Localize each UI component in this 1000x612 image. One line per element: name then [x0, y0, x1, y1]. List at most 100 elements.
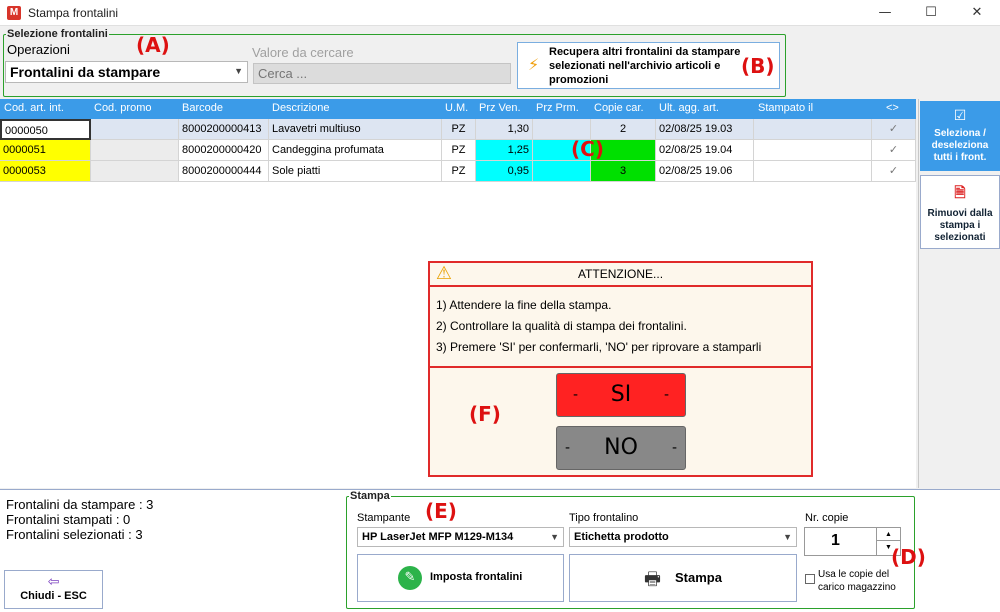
marker-d: (D)	[891, 545, 926, 569]
col-copie[interactable]: Copie car.	[594, 102, 644, 114]
row-checkbox[interactable]: ✓	[872, 140, 916, 161]
col-toggle[interactable]: <>	[886, 102, 899, 114]
col-descrizione[interactable]: Descrizione	[272, 102, 329, 114]
col-prz-ven[interactable]: Prz Ven.	[479, 102, 521, 114]
cell-barcode[interactable]: 8000200000444	[179, 161, 269, 182]
tipo-select[interactable]: Etichetta prodotto ▼	[569, 527, 797, 547]
cell-barcode[interactable]: 8000200000420	[179, 140, 269, 161]
close-button[interactable]: ✕	[954, 0, 1000, 26]
cell-prz-ven[interactable]: 0,95	[476, 161, 533, 182]
cell-um[interactable]: PZ	[442, 161, 476, 182]
minimize-button[interactable]: —	[862, 0, 908, 26]
cell-prz-ven[interactable]: 1,30	[476, 119, 533, 140]
cell-promo[interactable]	[91, 161, 179, 182]
no-label: NO	[604, 435, 638, 460]
search-input[interactable]	[253, 63, 511, 84]
col-um[interactable]: U.M.	[445, 102, 468, 114]
status-selezionati: Frontalini selezionati : 3	[6, 527, 143, 542]
maximize-button[interactable]: ☐	[908, 0, 954, 26]
col-cod-art[interactable]: Cod. art. int.	[4, 102, 64, 114]
dialog-title: ATTENZIONE...	[577, 267, 664, 281]
table-row[interactable]: 0000053 8000200000444 Sole piatti PZ 0,9…	[0, 161, 916, 182]
table-row[interactable]: 0000051 8000200000420 Candeggina profuma…	[0, 140, 916, 161]
dialog-header: ⚠ ATTENZIONE...	[430, 263, 811, 287]
remove-doc-icon: 🗎	[954, 185, 966, 201]
cell-promo[interactable]	[91, 140, 179, 161]
chiudi-label: Chiudi - ESC	[20, 590, 87, 602]
chiudi-button[interactable]: ⇦ Chiudi - ESC	[4, 570, 103, 609]
cell-um[interactable]: PZ	[442, 119, 476, 140]
tipo-label: Tipo frontalino	[569, 512, 639, 524]
printer-icon: 🖶	[644, 569, 661, 590]
cell-promo[interactable]	[91, 119, 179, 140]
si-button[interactable]: - SI -	[556, 373, 686, 417]
chevron-down-icon: ▼	[550, 532, 559, 542]
cell-stampato[interactable]	[754, 161, 872, 182]
tipo-value: Etichetta prodotto	[574, 531, 669, 543]
chevron-up-icon[interactable]: ▲	[876, 528, 900, 541]
cell-ult-agg[interactable]: 02/08/25 19.06	[656, 161, 754, 182]
status-da-stampare: Frontalini da stampare : 3	[6, 497, 154, 512]
cell-cod[interactable]: 0000051	[0, 140, 91, 161]
remove-selected-label: Rimuovi dalla stampa i selezionati	[927, 208, 993, 243]
dialog-line-1: 1) Attendere la fine della stampa.	[436, 298, 612, 312]
remove-selected-button[interactable]: 🗎 Rimuovi dalla stampa i selezionati	[920, 175, 1000, 249]
grid-header: Cod. art. int. Cod. promo Barcode Descri…	[0, 99, 916, 119]
copie-stepper[interactable]: 1 ▲ ▼	[804, 527, 901, 556]
title-bar: M Stampa frontalini — ☐ ✕	[0, 0, 1000, 26]
selezione-legend: Selezione frontalini	[7, 28, 108, 40]
cell-um[interactable]: PZ	[442, 140, 476, 161]
exit-door-icon: ⇦	[47, 574, 60, 590]
cell-prz-ven[interactable]: 1,25	[476, 140, 533, 161]
imposta-button[interactable]: ✎ Imposta frontalini	[357, 554, 564, 602]
table-row[interactable]: 0000050 8000200000413 Lavavetri multiuso…	[0, 119, 916, 140]
dash-right: -	[671, 440, 677, 456]
col-ult-agg[interactable]: Ult. agg. art.	[659, 102, 719, 114]
si-label: SI	[610, 382, 632, 407]
stampante-select[interactable]: HP LaserJet MFP M129-M134 ▼	[357, 527, 564, 547]
col-stampato[interactable]: Stampato il	[758, 102, 813, 114]
row-checkbox[interactable]: ✓	[872, 161, 916, 182]
cell-ult-agg[interactable]: 02/08/25 19.03	[656, 119, 754, 140]
app-icon: M	[7, 6, 21, 20]
dialog-line-3: 3) Premere 'SI' per confermarli, 'NO' pe…	[436, 340, 762, 354]
cell-ult-agg[interactable]: 02/08/25 19.04	[656, 140, 754, 161]
stampa-label: Stampa	[675, 570, 722, 585]
stampante-label: Stampante	[357, 512, 411, 524]
cell-barcode[interactable]: 8000200000413	[179, 119, 269, 140]
dash-left: -	[565, 440, 571, 456]
copie-label: Nr. copie	[805, 512, 849, 524]
status-stampati: Frontalini stampati : 0	[6, 512, 131, 527]
side-panel: ☑ Seleziona / deseleziona tutti i front.…	[918, 99, 1000, 488]
row-checkbox[interactable]: ✓	[872, 119, 916, 140]
cell-desc[interactable]: Lavavetri multiuso	[269, 119, 442, 140]
col-cod-promo[interactable]: Cod. promo	[94, 102, 151, 114]
recupera-label: Recupera altri frontalini da stampare se…	[549, 46, 741, 86]
cell-stampato[interactable]	[754, 119, 872, 140]
stampa-button[interactable]: 🖶 Stampa	[569, 554, 797, 602]
cell-prz-prm[interactable]	[533, 161, 591, 182]
cell-desc[interactable]: Candeggina profumata	[269, 140, 442, 161]
no-button[interactable]: - NO -	[556, 426, 686, 470]
operazioni-label: Operazioni	[7, 42, 70, 57]
select-all-button[interactable]: ☑ Seleziona / deseleziona tutti i front.	[920, 101, 1000, 171]
marker-e: (E)	[425, 499, 457, 523]
col-prz-prm[interactable]: Prz Prm.	[536, 102, 579, 114]
cell-copie[interactable]: 3	[591, 161, 656, 182]
dash-left: -	[573, 387, 579, 403]
attention-dialog: ⚠ ATTENZIONE... 1) Attendere la fine del…	[428, 261, 813, 477]
cell-stampato[interactable]	[754, 140, 872, 161]
marker-c: (C)	[571, 137, 604, 161]
dialog-separator	[430, 366, 811, 368]
cell-cod[interactable]: 0000053	[0, 161, 91, 182]
window-title: Stampa frontalini	[28, 6, 119, 20]
checklist-icon: ☑	[953, 108, 967, 124]
cell-cod[interactable]: 0000050	[0, 119, 91, 140]
dialog-line-2: 2) Controllare la qualità di stampa dei …	[436, 319, 687, 333]
cell-desc[interactable]: Sole piatti	[269, 161, 442, 182]
operazioni-select[interactable]: Frontalini da stampare ▼	[5, 61, 248, 83]
stampa-legend: Stampa	[350, 490, 390, 502]
col-barcode[interactable]: Barcode	[182, 102, 223, 114]
usa-copie-checkbox[interactable]	[805, 574, 815, 584]
copie-value: 1	[831, 532, 840, 549]
